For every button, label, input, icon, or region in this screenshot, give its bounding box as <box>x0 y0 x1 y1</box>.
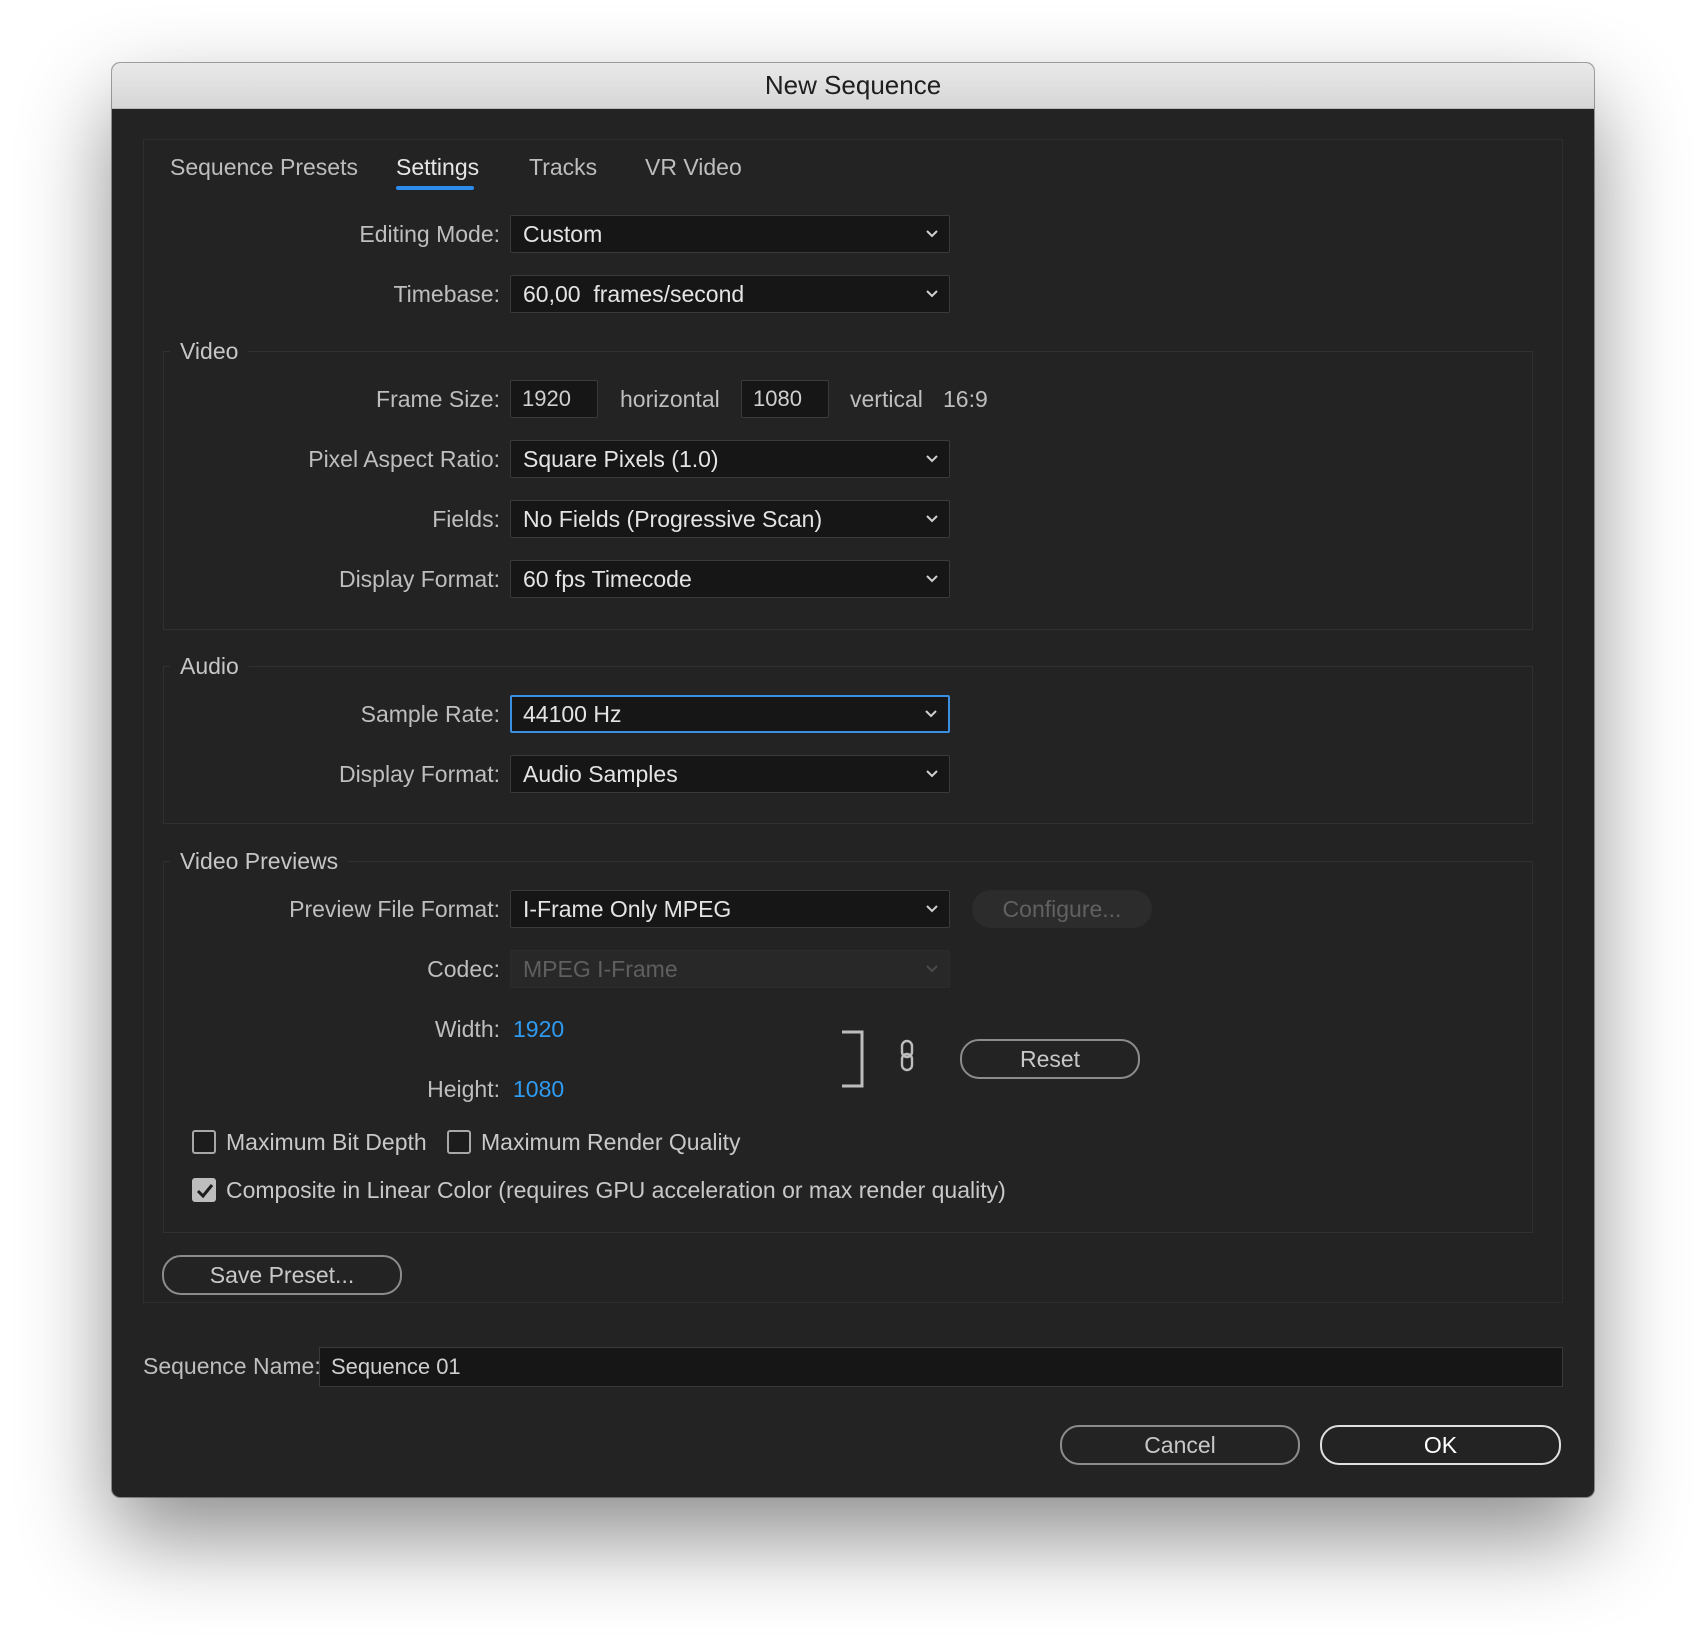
cancel-button[interactable]: Cancel <box>1060 1425 1300 1465</box>
tab-settings[interactable]: Settings <box>396 150 479 184</box>
chevron-down-icon <box>926 770 938 778</box>
preview-file-format-value: I-Frame Only MPEG <box>523 896 732 922</box>
pixel-aspect-ratio-value: Square Pixels (1.0) <box>523 446 719 472</box>
pixel-aspect-ratio-select[interactable]: Square Pixels (1.0) <box>510 440 950 478</box>
codec-select[interactable]: MPEG I-Frame <box>510 950 950 988</box>
frame-size-label: Frame Size: <box>376 386 500 412</box>
codec-value: MPEG I-Frame <box>523 956 678 982</box>
video-display-format-value: 60 fps Timecode <box>523 566 692 592</box>
fields-label: Fields: <box>432 506 500 532</box>
video-group-title: Video <box>170 336 249 366</box>
max-bit-depth-checkbox[interactable] <box>192 1130 216 1154</box>
editing-mode-select[interactable]: Custom <box>510 215 950 253</box>
link-icon[interactable] <box>896 1039 918 1073</box>
preview-height-value[interactable]: 1080 <box>513 1071 564 1107</box>
chevron-down-icon <box>926 905 938 913</box>
tab-tracks[interactable]: Tracks <box>529 150 597 184</box>
editing-mode-label: Editing Mode: <box>359 221 500 247</box>
preview-file-format-label: Preview File Format: <box>289 896 500 922</box>
max-render-quality-checkbox[interactable] <box>447 1130 471 1154</box>
sequence-name-label: Sequence Name: <box>143 1353 321 1379</box>
window-title: New Sequence <box>112 63 1594 109</box>
preview-file-format-select[interactable]: I-Frame Only MPEG <box>510 890 950 928</box>
audio-group <box>163 666 1533 824</box>
sequence-name-input[interactable]: Sequence 01 <box>319 1347 1563 1387</box>
ok-button[interactable]: OK <box>1320 1425 1561 1465</box>
frame-height-input[interactable]: 1080 <box>741 380 829 418</box>
sample-rate-label: Sample Rate: <box>360 701 500 727</box>
video-previews-group-title: Video Previews <box>170 846 349 876</box>
reset-button[interactable]: Reset <box>960 1039 1140 1079</box>
max-render-quality-label: Maximum Render Quality <box>481 1129 741 1155</box>
fields-select[interactable]: No Fields (Progressive Scan) <box>510 500 950 538</box>
audio-display-format-select[interactable]: Audio Samples <box>510 755 950 793</box>
chevron-down-icon <box>926 290 938 298</box>
fields-value: No Fields (Progressive Scan) <box>523 506 823 532</box>
timebase-label: Timebase: <box>393 281 500 307</box>
linear-color-label: Composite in Linear Color (requires GPU … <box>226 1177 1006 1203</box>
sample-rate-value: 44100 Hz <box>523 701 622 727</box>
audio-display-format-label: Display Format: <box>338 761 500 787</box>
save-preset-button[interactable]: Save Preset... <box>162 1255 402 1295</box>
vertical-label: vertical <box>850 386 923 412</box>
chevron-down-icon <box>925 710 937 718</box>
active-tab-indicator <box>396 186 474 190</box>
max-bit-depth-label: Maximum Bit Depth <box>226 1129 427 1155</box>
chevron-down-icon <box>926 230 938 238</box>
frame-width-input[interactable]: 1920 <box>510 380 598 418</box>
linear-color-checkbox[interactable] <box>192 1178 216 1202</box>
timebase-select[interactable]: 60,00 frames/second <box>510 275 950 313</box>
configure-button[interactable]: Configure... <box>972 890 1152 928</box>
pixel-aspect-ratio-label: Pixel Aspect Ratio: <box>308 446 500 472</box>
link-bracket-icon <box>842 1030 864 1088</box>
codec-label: Codec: <box>427 956 500 982</box>
chevron-down-icon <box>926 965 938 973</box>
preview-width-label: Width: <box>434 1016 500 1042</box>
preview-width-value[interactable]: 1920 <box>513 1011 564 1047</box>
video-display-format-select[interactable]: 60 fps Timecode <box>510 560 950 598</box>
chevron-down-icon <box>926 455 938 463</box>
audio-group-title: Audio <box>170 651 249 681</box>
audio-display-format-value: Audio Samples <box>523 761 678 787</box>
video-display-format-label: Display Format: <box>338 566 500 592</box>
chevron-down-icon <box>926 515 938 523</box>
sample-rate-select[interactable]: 44100 Hz <box>510 695 950 733</box>
aspect-ratio-text: 16:9 <box>943 386 988 412</box>
editing-mode-value: Custom <box>523 221 603 247</box>
timebase-value: 60,00 frames/second <box>523 281 745 307</box>
tab-sequence-presets[interactable]: Sequence Presets <box>170 150 358 184</box>
horizontal-label: horizontal <box>620 386 720 412</box>
preview-height-label: Height: <box>427 1076 500 1102</box>
chevron-down-icon <box>926 575 938 583</box>
tab-vr-video[interactable]: VR Video <box>645 150 742 184</box>
checkmark-icon <box>196 1184 214 1199</box>
